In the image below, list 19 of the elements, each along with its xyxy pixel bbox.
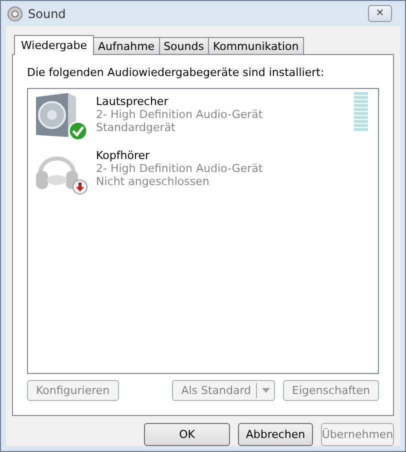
button[interactable]: Abbrechen — [238, 423, 313, 446]
speaker-logo-icon — [7, 6, 23, 22]
device-name: Lautsprecher — [96, 95, 170, 108]
tab[interactable]: Aufnahme — [93, 37, 160, 54]
device-description: 2- High Definition Audio-Gerät — [96, 108, 264, 121]
device-name: Kopfhörer — [96, 149, 151, 162]
list-heading: Die folgenden Audiowiedergabegeräte sind installiert: — [27, 66, 326, 79]
device-item[interactable]: Kopfhörer 2- High Definition Audio-Gerät Nicht angeschlossen — [28, 145, 378, 199]
caret-icon — [262, 388, 270, 393]
device-status: Standardgerät — [96, 121, 176, 134]
device-status: Nicht angeschlossen — [96, 175, 210, 188]
button[interactable]: OK — [144, 423, 230, 446]
window-title: Sound — [28, 6, 67, 20]
device-description: 2- High Definition Audio-Gerät — [96, 162, 264, 175]
tab[interactable]: Kommunikation — [208, 37, 304, 54]
close-button[interactable]: ✕ — [368, 5, 392, 22]
device-item[interactable]: Lautsprecher 2- High Definition Audio-Gerät Standardgerät — [28, 91, 378, 145]
tab[interactable]: Sounds — [158, 37, 209, 54]
tab[interactable]: Wiedergabe — [14, 35, 94, 55]
